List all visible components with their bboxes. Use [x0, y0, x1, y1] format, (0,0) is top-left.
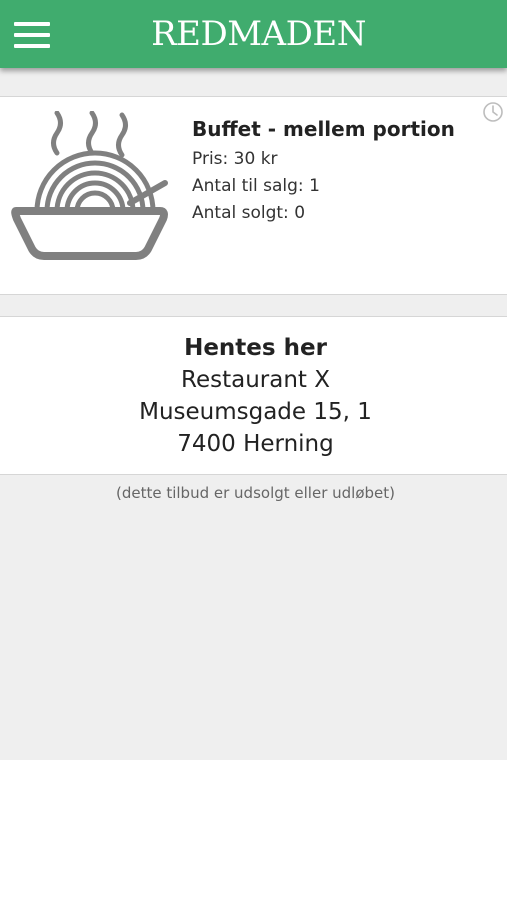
pickup-heading: Hentes her — [184, 335, 327, 361]
offer-sold: Antal solgt: 0 — [192, 203, 305, 223]
pickup-city: 7400 Herning — [177, 431, 334, 457]
sold-value: 0 — [294, 203, 306, 223]
offer-price: Pris: 30 kr — [192, 149, 278, 169]
food-bowl-icon — [11, 111, 168, 260]
clock-icon — [483, 102, 503, 122]
for-sale-value: 1 — [309, 176, 320, 196]
for-sale-label: Antal til salg: — [192, 176, 304, 196]
offer-for-sale: Antal til salg: 1 — [192, 176, 320, 196]
pickup-restaurant: Restaurant X — [181, 367, 330, 393]
price-label: Pris: — [192, 149, 229, 169]
status-note: (dette tilbud er udsolgt eller udløbet) — [115, 484, 395, 502]
sold-label: Antal solgt: — [192, 203, 289, 223]
app-title: REDMADEN — [151, 14, 366, 54]
pickup-street: Museumsgade 15, 1 — [139, 399, 372, 425]
pickup-card: Hentes her Restaurant X Museumsgade 15, … — [0, 316, 507, 475]
app-header: REDMADEN — [0, 0, 507, 68]
offer-card[interactable]: Buffet - mellem portion Pris: 30 kr Anta… — [0, 96, 507, 295]
offer-title: Buffet - mellem portion — [192, 117, 455, 141]
price-value: 30 kr — [233, 149, 278, 169]
